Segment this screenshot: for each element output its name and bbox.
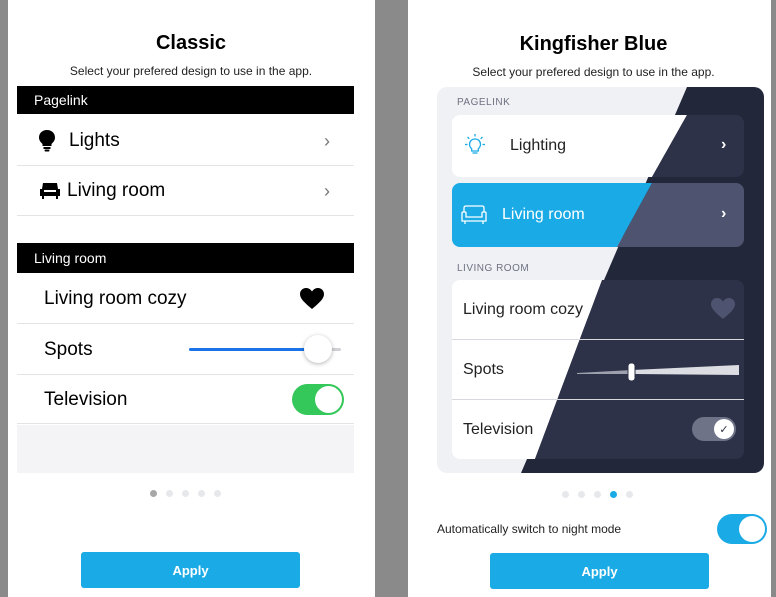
chevron-right-icon: › (324, 180, 330, 201)
page-dot[interactable] (166, 490, 173, 497)
scene-row-living-room-cozy[interactable]: Living room cozy (17, 274, 354, 324)
page-dot[interactable] (610, 491, 617, 498)
page-dot[interactable] (594, 491, 601, 498)
page-dot[interactable] (198, 490, 205, 497)
television-toggle[interactable] (292, 384, 344, 415)
toggle-knob: ✓ (714, 419, 734, 439)
scene-row-living-room-cozy[interactable]: Living room cozy (463, 280, 744, 339)
television-toggle[interactable]: ✓ (692, 417, 736, 441)
lightbulb-icon (39, 130, 55, 152)
pagelink-item-label: Lighting (510, 137, 567, 154)
card-title: Classic (155, 32, 227, 54)
pagelink-section-header: Pagelink (17, 86, 354, 114)
living-room-section-header: Living room (17, 243, 354, 273)
kingfisher-apply-button[interactable]: Apply (490, 553, 709, 589)
spots-slider[interactable] (189, 335, 341, 363)
page-dot[interactable] (150, 490, 157, 497)
left-gutter (0, 0, 8, 597)
heart-icon[interactable] (300, 287, 324, 310)
card-subtitle: Select your prefered design to use in th… (69, 64, 313, 78)
card-subtitle: Select your prefered design to use in th… (472, 65, 715, 79)
living-room-section-header: LIVING ROOM (457, 263, 530, 274)
chevron-right-icon: › (721, 136, 727, 153)
scene-label: Living room cozy (463, 300, 584, 318)
pagelink-section-header: PAGELINK (457, 97, 511, 108)
page-dot[interactable] (626, 491, 633, 498)
classic-page-indicator (150, 490, 221, 497)
pagelink-item-label: Living room (67, 180, 166, 201)
switch-label: Television (44, 388, 128, 410)
page-dot[interactable] (562, 491, 569, 498)
card-title: Kingfisher Blue (519, 33, 668, 55)
sofa-icon (40, 183, 60, 199)
lightbulb-icon (465, 134, 485, 154)
chevron-right-icon: › (324, 130, 330, 151)
dimmer-label: Spots (463, 360, 504, 378)
classic-apply-button[interactable]: Apply (81, 552, 300, 588)
spots-slider[interactable] (577, 359, 739, 383)
slider-fill (189, 348, 319, 351)
pagelink-item-label: Lights (69, 130, 120, 151)
heart-icon[interactable] (711, 298, 735, 320)
night-mode-toggle[interactable] (717, 514, 767, 544)
dimmer-row-spots[interactable]: Spots (17, 325, 354, 375)
right-gutter (771, 0, 776, 597)
dimmer-label: Spots (44, 338, 93, 360)
slider-thumb[interactable] (304, 335, 333, 363)
scene-label: Living room cozy (44, 287, 187, 309)
switch-label: Television (463, 420, 534, 438)
section-header-label: Pagelink (34, 92, 88, 108)
empty-list-area (17, 425, 354, 473)
pagelink-item-lights[interactable]: Lights › (17, 117, 354, 166)
section-header-label: Living room (34, 250, 107, 266)
chevron-right-icon: › (721, 205, 727, 222)
toggle-knob (315, 386, 342, 413)
page-dot[interactable] (578, 491, 585, 498)
page-dot[interactable] (182, 490, 189, 497)
page-dot[interactable] (214, 490, 221, 497)
center-gutter (375, 0, 408, 597)
switch-row-television[interactable]: Television (17, 376, 354, 424)
kingfisher-page-indicator (562, 491, 633, 498)
pagelink-item-label: Living room (502, 206, 585, 223)
night-mode-label: Automatically switch to night mode (437, 522, 622, 536)
sofa-icon (461, 205, 487, 224)
kingfisher-preview-panel: PAGELINK Lighting › Living room › LIVING… (437, 87, 764, 473)
toggle-knob (739, 516, 765, 542)
checkmark-icon: ✓ (719, 423, 729, 436)
pagelink-item-living-room[interactable]: Living room › (17, 167, 354, 216)
